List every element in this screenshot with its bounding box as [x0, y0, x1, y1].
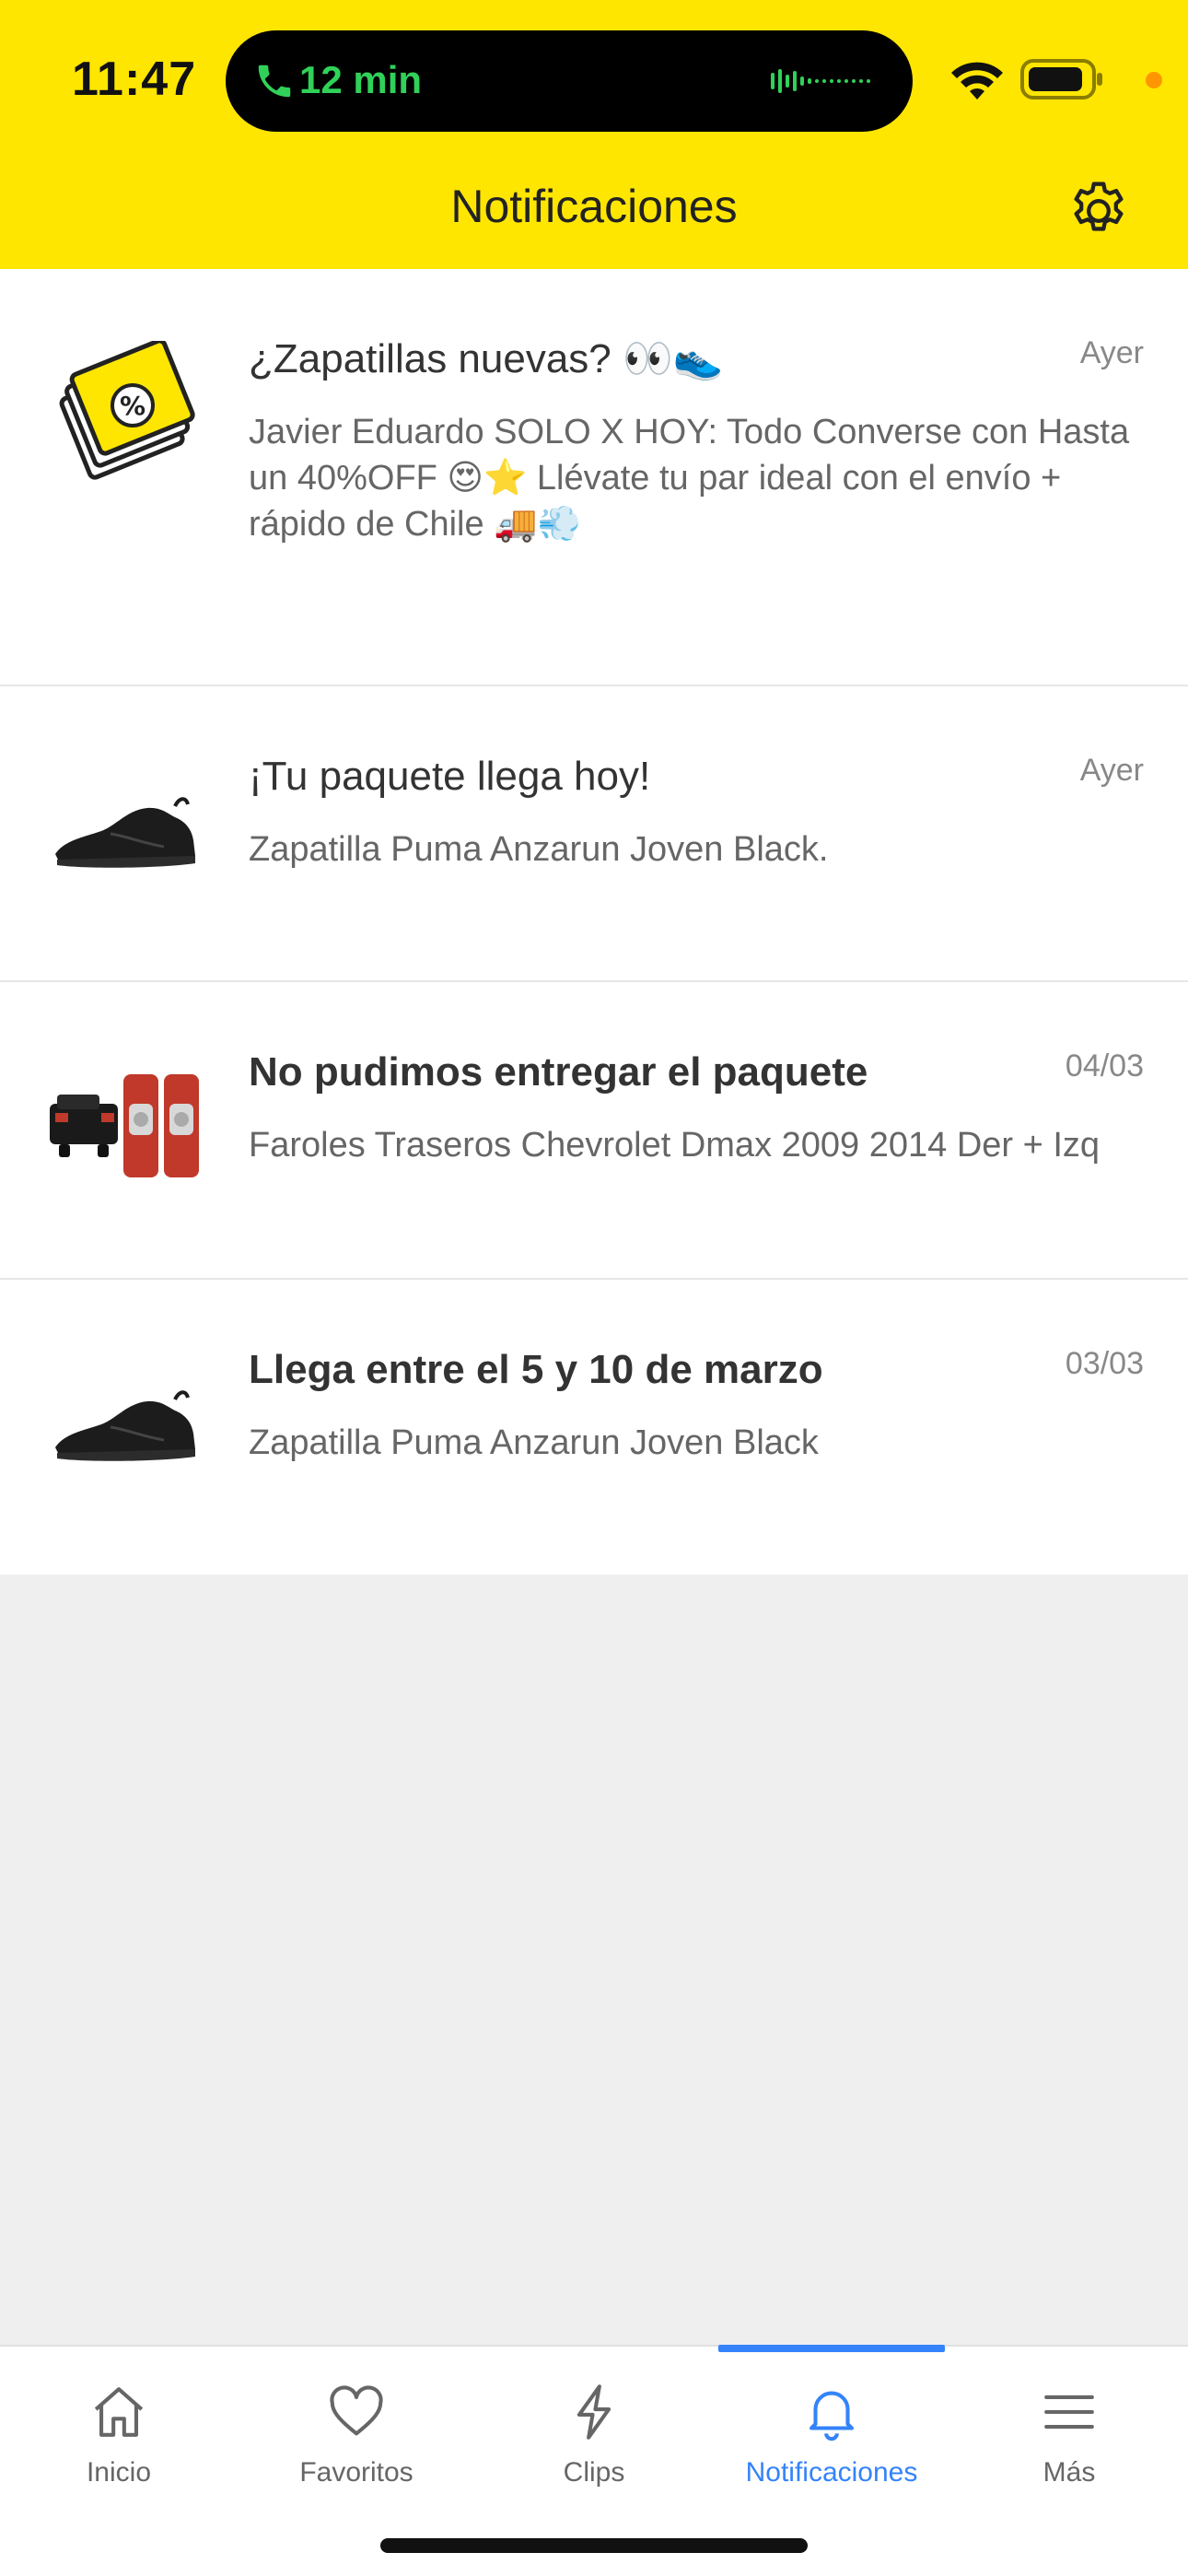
notification-title: ¿Zapatillas nuevas? 👀👟	[249, 336, 724, 381]
phone-icon	[258, 64, 291, 98]
home-indicator[interactable]	[380, 2538, 808, 2553]
pickup-tail-lights-image	[50, 1074, 199, 1177]
tab-inicio[interactable]: Inicio	[0, 2380, 238, 2518]
black-sneaker-image	[55, 1390, 195, 1461]
tab-mas[interactable]: Más	[950, 2380, 1188, 2518]
call-timer: 12 min	[299, 58, 423, 101]
tab-label: Notificaciones	[745, 2457, 918, 2488]
notification-item-delivery-today[interactable]: ¡Tu paquete llega hoy! Ayer Zapatilla Pu…	[0, 686, 1188, 982]
tab-favoritos[interactable]: Favoritos	[238, 2380, 475, 2518]
page-title: Notificaciones	[450, 181, 738, 232]
heart-icon	[330, 2385, 383, 2436]
status-time: 11:47	[72, 53, 197, 106]
dynamic-island-call[interactable]: 12 min	[226, 30, 913, 132]
audio-waveform-icon	[771, 69, 870, 93]
discount-tag-icon: %	[59, 341, 195, 480]
active-tab-indicator	[718, 2345, 945, 2352]
notification-date: 03/03	[1065, 1346, 1144, 1381]
notification-body: Zapatilla Puma Anzarun Joven Black.	[249, 830, 829, 869]
lightning-icon	[577, 2384, 611, 2440]
black-sneaker-image	[55, 797, 195, 868]
notification-date: Ayer	[1079, 753, 1144, 788]
notification-title: Llega entre el 5 y 10 de marzo	[249, 1347, 823, 1392]
notification-body: Javier Eduardo SOLO X HOY: Todo Converse…	[249, 413, 1130, 544]
battery-icon	[1020, 59, 1102, 100]
menu-icon	[1044, 2395, 1094, 2430]
notification-body: Zapatilla Puma Anzarun Joven Black	[249, 1423, 819, 1462]
gear-icon[interactable]	[1065, 177, 1133, 245]
svg-text:%: %	[120, 391, 146, 421]
tab-label: Más	[1042, 2457, 1096, 2488]
notification-item-promo[interactable]: % ¿Zapatillas nuevas? 👀👟 Ayer Javier Edu…	[0, 269, 1188, 686]
notification-item-delivery-failed[interactable]: No pudimos entregar el paquete 04/03 Far…	[0, 982, 1188, 1280]
notification-item-arrival-window[interactable]: Llega entre el 5 y 10 de marzo 03/03 Zap…	[0, 1280, 1188, 1575]
notification-title: ¡Tu paquete llega hoy!	[249, 754, 651, 799]
notification-date: 04/03	[1065, 1048, 1144, 1083]
home-icon	[94, 2387, 144, 2437]
notification-body: Faroles Traseros Chevrolet Dmax 2009 201…	[249, 1126, 1101, 1165]
wifi-icon	[951, 62, 1003, 100]
notification-date: Ayer	[1079, 335, 1144, 370]
tab-clips[interactable]: Clips	[475, 2380, 713, 2518]
privacy-indicator-dot	[1146, 72, 1162, 88]
tab-label: Clips	[563, 2457, 625, 2488]
notifications-list: % ¿Zapatillas nuevas? 👀👟 Ayer Javier Edu…	[0, 269, 1188, 1575]
top-header: 11:47 12 min Notificaciones	[0, 0, 1188, 269]
tab-label: Favoritos	[299, 2457, 413, 2488]
tab-notificaciones[interactable]: Notificaciones	[713, 2380, 950, 2518]
notification-title: No pudimos entregar el paquete	[249, 1049, 868, 1095]
tab-label: Inicio	[86, 2457, 152, 2488]
bell-icon	[809, 2391, 854, 2441]
